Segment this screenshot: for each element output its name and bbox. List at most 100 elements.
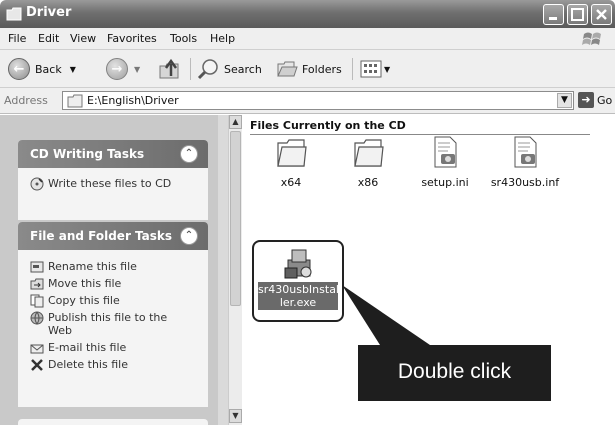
file-name-line1: sr430usbInstal [258,283,339,296]
address-dropdown-icon[interactable]: ▼ [557,93,572,108]
collapse-chevron-icon[interactable]: ⌃ [180,145,198,163]
file-folder-tasks-header[interactable]: File and Folder Tasks ⌃ [18,222,208,250]
close-icon [596,9,607,20]
cd-write-icon [30,177,44,191]
minimize-button[interactable] [543,4,564,25]
instruction-callout: Double click [358,345,551,401]
folder-icon [6,7,22,21]
views-grid-icon [360,60,382,78]
rename-icon [30,261,44,273]
task-label: E-mail this file [48,341,127,354]
menu-edit[interactable]: Edit [38,32,59,45]
scroll-thumb[interactable] [230,131,241,306]
folder-icon [67,94,83,108]
forward-arrow-icon: → [106,58,128,80]
task-delete-file[interactable]: Delete this file [18,358,208,375]
file-name: x86 [357,176,379,189]
task-label-line2: Web [48,324,72,337]
task-copy-file[interactable]: Copy this file [18,294,208,311]
maximize-icon [571,8,584,21]
menu-file[interactable]: File [8,32,26,45]
title-bar: Driver [0,0,615,28]
callout-text: Double click [397,360,512,383]
settings-file-icon [514,136,537,168]
folder-icon [277,139,307,167]
group-title: Files Currently on the CD [250,119,406,132]
task-move-file[interactable]: Move this file [18,277,208,294]
copy-icon [30,294,44,308]
windows-logo-icon [582,32,601,45]
up-folder-icon [159,58,179,79]
menu-favorites[interactable]: Favorites [107,32,157,45]
file-item-installer-exe[interactable]: sr430usbInstal ler.exe [252,240,344,322]
folders-button[interactable]: Folders [276,57,342,81]
file-item-x64[interactable]: x64 [256,137,326,189]
task-label: Publish this file to the [48,311,168,324]
task-write-to-cd[interactable]: Write these files to CD [18,177,208,194]
publish-web-icon [30,311,44,325]
folders-icon [277,61,298,77]
task-label: Rename this file [48,260,137,273]
menu-view[interactable]: View [70,32,96,45]
address-label: Address [4,94,48,107]
scroll-up-icon[interactable]: ▲ [229,115,242,129]
up-folder-button[interactable] [158,57,182,81]
task-label: Copy this file [48,294,120,307]
task-pane: CD Writing Tasks ⌃ Write these files to … [0,115,218,425]
cd-writing-tasks-header[interactable]: CD Writing Tasks ⌃ [18,140,208,168]
address-value: E:\English\Driver [87,94,179,107]
back-button[interactable]: ← Back ▼ [8,57,76,81]
maximize-button[interactable] [567,4,588,25]
task-rename-file[interactable]: Rename this file [18,260,208,277]
address-input[interactable]: E:\English\Driver ▼ [62,91,574,110]
views-button[interactable]: ▼ [360,57,390,81]
toolbar-separator [352,58,353,80]
search-label: Search [224,62,262,76]
file-item-sr430usb-inf[interactable]: sr430usb.inf [490,135,560,189]
pane-divider [218,115,228,425]
settings-file-icon [434,136,457,168]
scroll-down-icon[interactable]: ▼ [229,409,242,423]
forward-dropdown-icon[interactable]: ▼ [134,65,140,74]
search-button[interactable]: Search [196,57,262,81]
panel-title: CD Writing Tasks [30,147,145,161]
task-label: Write these files to CD [48,177,172,190]
email-icon [30,344,44,354]
minimize-icon [549,17,557,20]
file-folder-tasks-panel: File and Folder Tasks ⌃ Rename this file… [18,222,208,407]
move-icon [30,278,44,290]
file-item-x86[interactable]: x86 [333,137,403,189]
task-publish-web[interactable]: Publish this file to the Web [18,311,208,341]
menu-tools[interactable]: Tools [170,32,197,45]
cd-writing-tasks-panel: CD Writing Tasks ⌃ Write these files to … [18,140,208,220]
back-arrow-icon: ← [8,58,30,80]
toolbar: ← Back ▼ → ▼ Search Folders ▼ [0,50,615,88]
menu-bar: File Edit View Favorites Tools Help [0,28,615,50]
vertical-scrollbar[interactable]: ▲ ▼ [228,115,242,425]
views-dropdown-icon: ▼ [384,64,391,74]
delete-icon [31,359,43,371]
forward-button[interactable]: → ▼ [106,57,140,81]
go-label: Go [597,93,613,107]
task-label: Move this file [48,277,122,290]
back-dropdown-icon[interactable]: ▼ [70,65,76,74]
close-button[interactable] [591,4,612,25]
back-label: Back [35,62,62,76]
folder-icon [354,139,384,167]
task-email-file[interactable]: E-mail this file [18,341,208,358]
task-label: Delete this file [48,358,128,371]
file-name: sr430usbInstal ler.exe [258,282,339,310]
search-icon [197,59,218,80]
collapse-chevron-icon[interactable]: ⌃ [180,227,198,245]
panel-title: File and Folder Tasks [30,229,173,243]
go-arrow-icon: ➜ [578,92,594,108]
details-panel [18,419,208,425]
menu-help[interactable]: Help [210,32,235,45]
file-name: setup.ini [421,176,469,189]
file-item-setup-ini[interactable]: setup.ini [410,135,480,189]
file-name: sr430usb.inf [490,176,560,189]
address-bar: Address E:\English\Driver ▼ ➜ Go [0,88,615,114]
folders-label: Folders [302,62,342,76]
file-name: x64 [280,176,302,189]
go-button[interactable]: ➜ Go [578,92,612,108]
